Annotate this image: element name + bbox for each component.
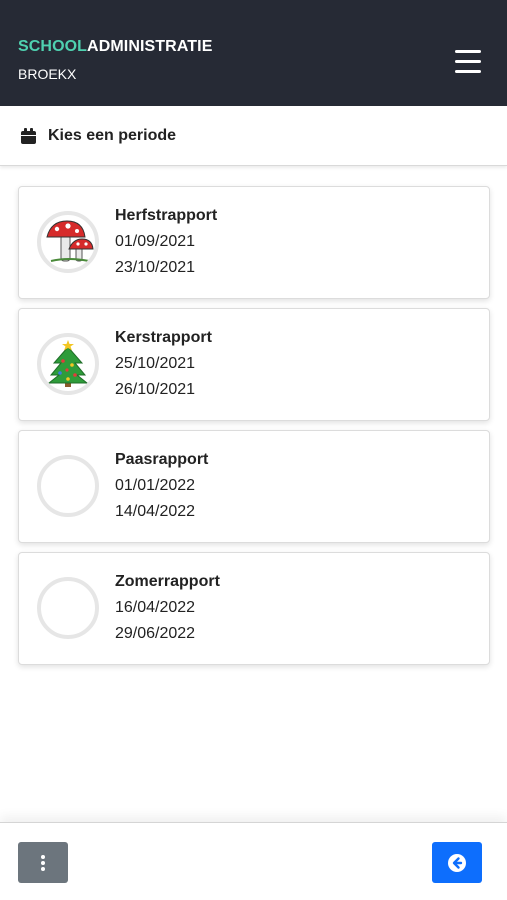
empty-avatar [37,577,99,639]
mushroom-icon [37,211,99,273]
period-title: Paasrapport [115,451,209,468]
calendar-icon [21,128,36,144]
period-title: Kerstrapport [115,329,212,346]
menu-bar [455,60,481,63]
period-card-zomerrapport[interactable]: Zomerrapport 16/04/2022 29/06/2022 [18,552,490,665]
period-end-date: 23/10/2021 [115,259,196,276]
period-start-date: 01/01/2022 [115,477,196,494]
period-title: Herfstrapport [115,207,218,224]
brand-part-administratie: ADMINISTRATIE [87,38,213,55]
period-end-date: 29/06/2022 [115,625,196,642]
back-button[interactable] [432,842,482,883]
period-card-kerstrapport[interactable]: Kerstrapport 25/10/2021 26/10/2021 [18,308,490,421]
period-start-date: 25/10/2021 [115,355,196,372]
top-navbar: SCHOOLADMINISTRATIE BROEKX [0,0,507,106]
more-options-button[interactable] [18,842,68,883]
period-start-date: 16/04/2022 [115,599,196,616]
christmas-tree-icon [37,333,99,395]
empty-avatar [37,455,99,517]
circle-arrow-left-icon [448,854,466,872]
school-name: BROEKX [18,66,77,82]
period-end-date: 14/04/2022 [115,503,196,520]
vertical-ellipsis-icon [41,855,45,859]
hamburger-menu-icon[interactable] [448,44,488,80]
brand-part-school: SCHOOL [18,38,88,55]
menu-bar [455,70,481,73]
menu-bar [455,50,481,53]
period-title: Zomerrapport [115,573,220,590]
brand-logo[interactable]: SCHOOLADMINISTRATIE [18,38,213,56]
period-end-date: 26/10/2021 [115,381,196,398]
page-title: Kies een periode [48,127,177,144]
period-card-paasrapport[interactable]: Paasrapport 01/01/2022 14/04/2022 [18,430,490,543]
period-card-herfstrapport[interactable]: Herfstrapport 01/09/2021 23/10/2021 [18,186,490,299]
period-start-date: 01/09/2021 [115,233,196,250]
period-header: Kies een periode [0,106,507,166]
footer-toolbar [0,822,507,900]
